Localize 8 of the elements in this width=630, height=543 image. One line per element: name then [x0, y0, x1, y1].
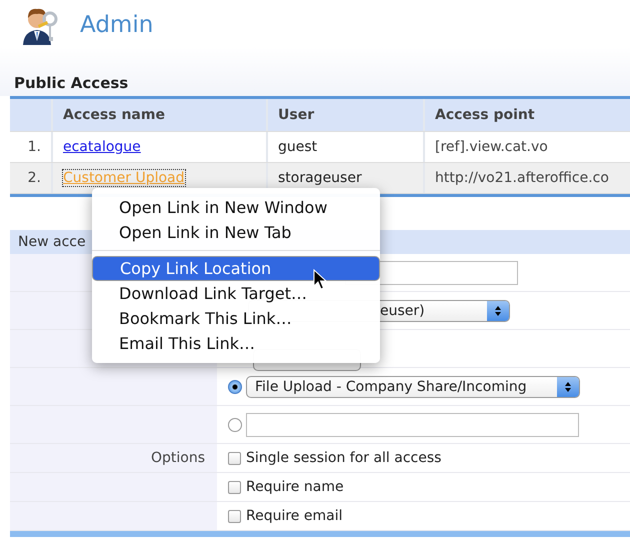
column-header: Access point	[434, 106, 536, 125]
column-header: User	[268, 99, 425, 131]
table-cell-text: http://vo21.afteroffice.co	[434, 169, 610, 188]
label-cell: Options	[10, 444, 217, 472]
page-title: Admin	[80, 12, 154, 38]
row-number: 2.	[10, 163, 53, 193]
table-cell-text: [ref].view.cat.vo	[434, 138, 549, 157]
column-header: Access name	[53, 99, 268, 131]
